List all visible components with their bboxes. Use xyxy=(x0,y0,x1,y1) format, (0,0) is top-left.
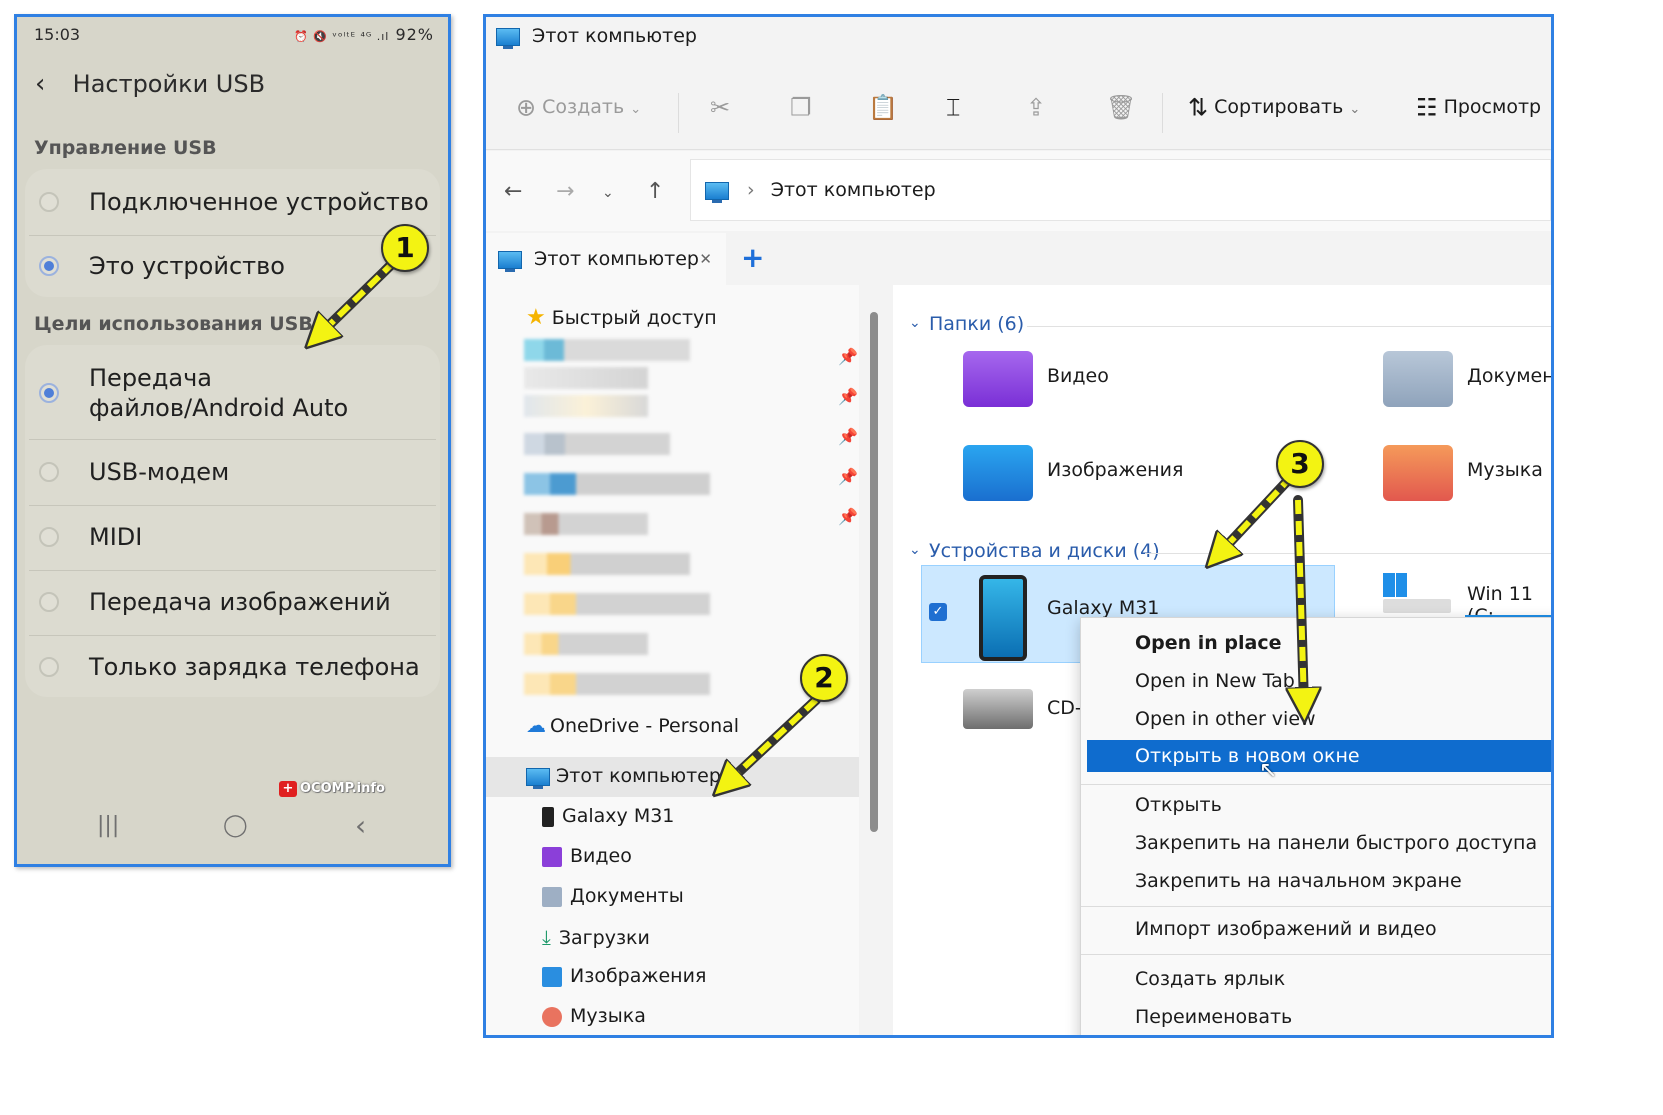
step-badge-2: 2 xyxy=(800,654,848,702)
step-badge-3: 3 xyxy=(1276,440,1324,488)
arrow-2-outline xyxy=(721,695,821,789)
step-badge-1: 1 xyxy=(381,224,429,272)
annotation-arrows xyxy=(0,257,1663,1115)
